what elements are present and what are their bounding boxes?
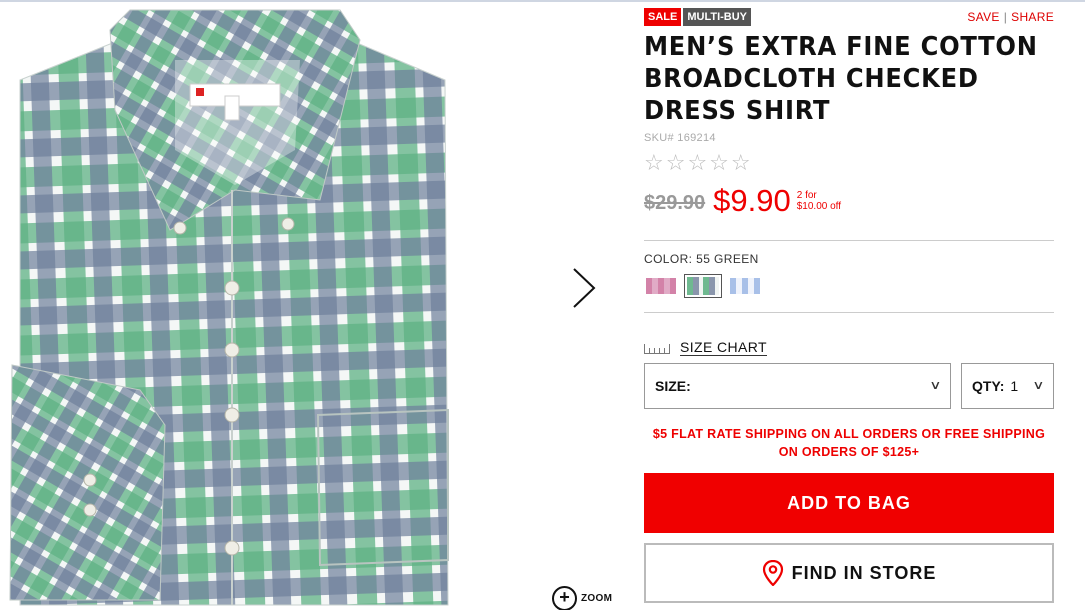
original-price: $29.90 — [644, 192, 706, 214]
find-in-store-label: FIND IN STORE — [791, 562, 937, 583]
size-label: SIZE: — [655, 378, 691, 394]
qty-value: 1 — [1010, 378, 1019, 394]
swatch-fill — [730, 278, 760, 294]
divider — [644, 240, 1054, 241]
sku: SKU# 169214 — [644, 132, 716, 144]
save-link[interactable]: SAVE — [967, 10, 999, 24]
product-title: MEN’S EXTRA FINE COTTON BROADCLOTH CHECK… — [644, 32, 1038, 126]
promo-line-2: $10.00 off — [796, 201, 842, 212]
ruler-icon — [644, 344, 670, 354]
star-rating[interactable]: ☆☆☆☆☆ — [644, 150, 1054, 176]
product-image[interactable] — [0, 0, 470, 610]
divider: | — [1003, 10, 1008, 24]
zoom-button[interactable]: + ZOOM — [552, 585, 612, 610]
share-link[interactable]: SHARE — [1011, 10, 1054, 24]
shipping-notice: $5 FLAT RATE SHIPPING ON ALL ORDERS OR F… — [644, 425, 1054, 461]
shipping-line-1: $5 FLAT RATE SHIPPING ON ALL ORDERS OR F… — [652, 427, 1046, 441]
promo-line-1: 2 for — [796, 190, 817, 201]
chevron-down-icon: ∨ — [1032, 378, 1045, 392]
swatch-green-check[interactable] — [684, 274, 722, 298]
swatch-fill — [687, 277, 719, 295]
size-chart-label: SIZE CHART — [680, 338, 767, 356]
chevron-down-icon: ∨ — [929, 378, 942, 392]
add-to-bag-label: ADD TO BAG — [787, 492, 911, 513]
divider — [644, 312, 1054, 313]
color-swatches — [644, 274, 1054, 298]
multi-buy-badge: MULTI-BUY — [683, 8, 752, 26]
save-share-links: SAVE | SHARE — [967, 10, 1054, 24]
find-in-store-button[interactable]: FIND IN STORE — [644, 543, 1054, 603]
size-chart-link[interactable]: SIZE CHART — [644, 338, 1054, 356]
zoom-icon: + — [552, 585, 577, 610]
color-label: COLOR: 55 GREEN — [644, 252, 759, 266]
swatch-fill — [646, 278, 676, 294]
add-to-bag-button[interactable]: ADD TO BAG — [644, 473, 1054, 533]
sale-price: $9.90 — [713, 183, 791, 218]
swatch-pink-check[interactable] — [644, 276, 678, 296]
qty-label: QTY: — [972, 378, 1005, 394]
option-selects: SIZE: ∨ QTY: 1 ∨ — [644, 363, 1054, 409]
shipping-line-2: ON ORDERS OF $125+ — [778, 445, 920, 459]
promo-text: 2 for $10.00 off — [797, 190, 841, 212]
size-select[interactable]: SIZE: ∨ — [644, 363, 951, 409]
qty-select[interactable]: QTY: 1 ∨ — [961, 363, 1054, 409]
product-panel: SALE MULTI-BUY SAVE | SHARE MEN’S EXTRA FI… — [644, 8, 1054, 603]
chevron-right-icon[interactable] — [568, 266, 598, 310]
zoom-label: ZOOM — [581, 592, 613, 604]
star-icon: ☆☆☆☆☆ — [644, 150, 753, 175]
price-row: $29.90 $9.90 2 for $10.00 off — [644, 184, 1054, 218]
sale-badge: SALE — [644, 8, 682, 26]
swatch-blue-check[interactable] — [728, 276, 762, 296]
location-pin-icon — [762, 560, 783, 586]
